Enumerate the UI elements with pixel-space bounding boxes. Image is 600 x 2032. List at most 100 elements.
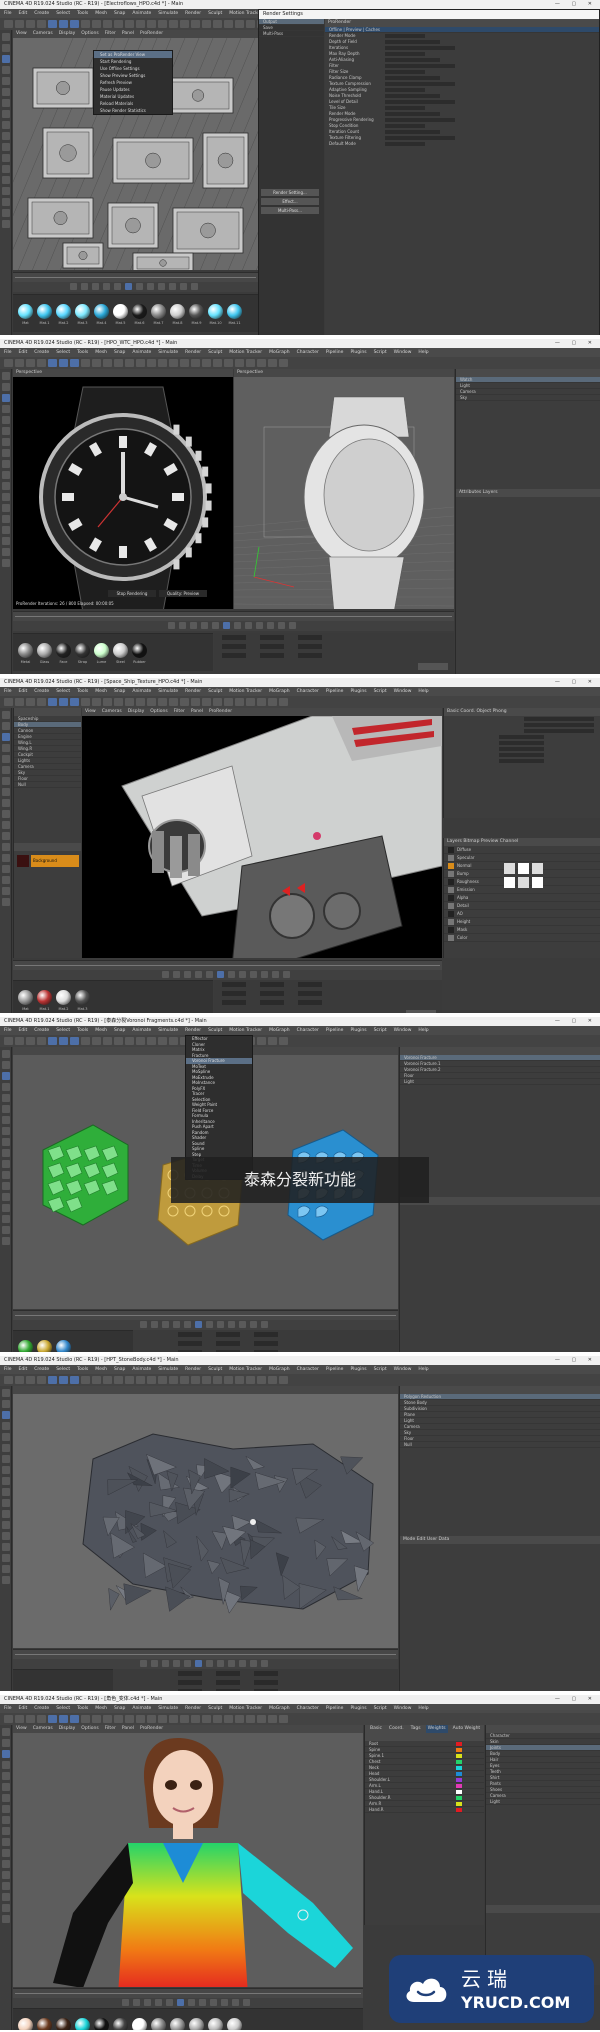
mode-tool-icon[interactable]	[2, 1182, 10, 1190]
toolbar-tool-icon[interactable]	[180, 359, 189, 367]
playback-button-icon[interactable]	[167, 622, 175, 629]
menu-item[interactable]: Mesh	[95, 689, 107, 694]
viewport-menu-item[interactable]: ProRender	[209, 709, 232, 714]
setting-field[interactable]	[385, 46, 455, 50]
window-controls[interactable]: — ▢ ✕	[555, 1356, 597, 1365]
material-swatch[interactable]	[151, 304, 166, 319]
toolbar-tool-icon[interactable]	[246, 359, 255, 367]
mode-tool-icon[interactable]	[2, 187, 10, 195]
playback-button-icon[interactable]	[221, 1999, 228, 2006]
mode-tool-icon[interactable]	[2, 843, 10, 851]
toolbar-tool-icon[interactable]	[257, 359, 266, 367]
mode-tool-icon[interactable]	[2, 1783, 10, 1791]
toolbar-tool-icon[interactable]	[257, 1037, 266, 1045]
playback-button-icon[interactable]	[260, 971, 268, 978]
dropdown-item[interactable]: Set as ProRender View	[94, 51, 172, 58]
attribute-field[interactable]	[524, 729, 594, 733]
toolbar-tool-icon[interactable]	[48, 20, 57, 28]
dropdown-item[interactable]: Reload Materials	[94, 100, 172, 107]
mode-tool-icon[interactable]	[2, 416, 10, 424]
material-swatch[interactable]	[151, 2018, 166, 2030]
menu-item[interactable]: Simulate	[158, 1706, 178, 1711]
menu-item[interactable]: Select	[56, 689, 70, 694]
mode-tool-icon[interactable]	[2, 755, 10, 763]
toolbar-tool-icon[interactable]	[70, 1376, 79, 1384]
toolbar-tool-icon[interactable]	[103, 359, 112, 367]
toolbar-tool-icon[interactable]	[202, 1715, 211, 1723]
playback-button-icon[interactable]	[139, 1321, 147, 1328]
mode-tool-icon[interactable]	[2, 1094, 10, 1102]
menu-item[interactable]: Character	[297, 1706, 319, 1711]
playback-button-icon[interactable]	[91, 283, 99, 290]
object-row[interactable]: Null	[14, 782, 81, 788]
coordinate-field[interactable]	[260, 982, 284, 987]
setting-field[interactable]	[385, 88, 425, 92]
dropdown-item[interactable]: Pause Updates	[94, 86, 172, 93]
mode-tool-icon[interactable]	[2, 1433, 10, 1441]
viewport-menu-item[interactable]: Cameras	[33, 1726, 53, 1731]
toolbar-tool-icon[interactable]	[59, 359, 68, 367]
menu-item[interactable]: Sculpt	[208, 1028, 222, 1033]
mode-tool-icon[interactable]	[2, 1510, 10, 1518]
playback-button-icon[interactable]	[200, 622, 208, 629]
material-swatch[interactable]	[132, 2018, 147, 2030]
playback-button-icon[interactable]	[243, 1999, 250, 2006]
toolbar-tool-icon[interactable]	[37, 1037, 46, 1045]
coordinate-field[interactable]	[260, 635, 284, 640]
mode-tool-icon[interactable]	[2, 559, 10, 567]
mode-tool-icon[interactable]	[2, 876, 10, 884]
toolbar-tool-icon[interactable]	[202, 1376, 211, 1384]
playback-button-icon[interactable]	[216, 971, 224, 978]
mode-tool-icon[interactable]	[2, 1904, 10, 1912]
coordinate-field[interactable]	[254, 1332, 278, 1337]
menu-item[interactable]: Animate	[132, 1028, 151, 1033]
material-swatch[interactable]	[170, 304, 185, 319]
menu-item[interactable]: Render	[185, 350, 201, 355]
mode-tool-icon[interactable]	[2, 55, 10, 63]
toolbar-tool-icon[interactable]	[213, 20, 222, 28]
mode-tool-icon[interactable]	[2, 1739, 10, 1747]
mode-tool-icon[interactable]	[2, 1411, 10, 1419]
toolbar-tool-icon[interactable]	[158, 1376, 167, 1384]
toolbar-tool-icon[interactable]	[257, 1376, 266, 1384]
mode-tool-icon[interactable]	[2, 1050, 10, 1058]
coordinate-field[interactable]	[298, 653, 322, 658]
menu-item[interactable]: Render	[185, 1028, 201, 1033]
timeline-track[interactable]	[15, 1993, 361, 1994]
toolbar-tool-icon[interactable]	[147, 1037, 156, 1045]
attribute-field[interactable]	[499, 741, 544, 745]
coordinate-field[interactable]	[216, 1671, 240, 1676]
toolbar-tool-icon[interactable]	[92, 20, 101, 28]
menu-item[interactable]: Animate	[132, 689, 151, 694]
menu-item[interactable]: Mesh	[95, 350, 107, 355]
menu-item[interactable]: MoGraph	[269, 689, 289, 694]
timeline-track[interactable]	[15, 277, 256, 278]
material-swatch[interactable]	[132, 304, 147, 319]
mode-tool-icon[interactable]	[2, 1160, 10, 1168]
menu-item[interactable]: Script	[374, 350, 387, 355]
toolbar-tool-icon[interactable]	[48, 359, 57, 367]
toolbar-tool-icon[interactable]	[4, 1376, 13, 1384]
toolbar-tool-icon[interactable]	[235, 359, 244, 367]
attribute-field[interactable]	[524, 723, 594, 727]
material-swatch[interactable]	[94, 304, 109, 319]
menu-item[interactable]: Render	[185, 11, 201, 16]
toolbar-tool-icon[interactable]	[26, 20, 35, 28]
texture-row[interactable]: Mask	[444, 926, 600, 934]
settings-category[interactable]: Multi-Pass	[259, 31, 324, 37]
toolbar-tool-icon[interactable]	[268, 359, 277, 367]
menu-item[interactable]: Window	[394, 1028, 412, 1033]
menu-item[interactable]: Script	[374, 1706, 387, 1711]
material-swatch[interactable]	[37, 304, 52, 319]
mode-tool-icon[interactable]	[2, 1477, 10, 1485]
texture-row[interactable]: AO	[444, 910, 600, 918]
mode-tool-icon[interactable]	[2, 1882, 10, 1890]
toolbar-tool-icon[interactable]	[213, 359, 222, 367]
dialog-button[interactable]: Render Setting...	[261, 189, 319, 196]
menu-item[interactable]: Help	[418, 1706, 428, 1711]
viewport-menu-item[interactable]: Options	[81, 31, 98, 36]
menu-item[interactable]: Edit	[19, 1706, 28, 1711]
menu-item[interactable]: Select	[56, 1028, 70, 1033]
toolbar-tool-icon[interactable]	[224, 359, 233, 367]
mode-tool-icon[interactable]	[2, 1565, 10, 1573]
